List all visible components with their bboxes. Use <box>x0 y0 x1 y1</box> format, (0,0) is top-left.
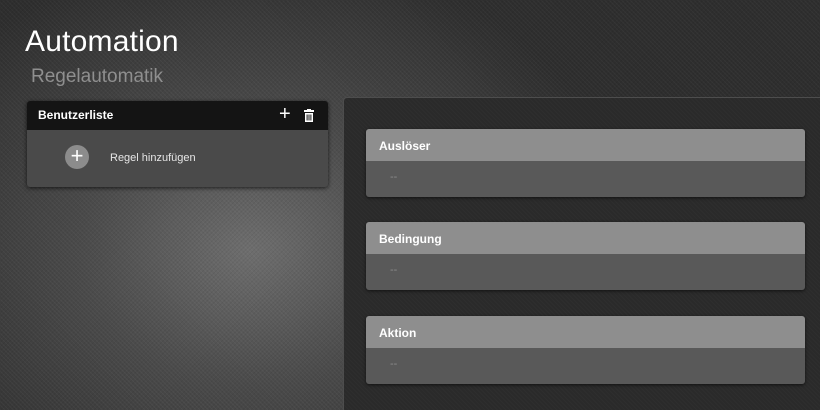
action-section-body: -- <box>366 348 805 384</box>
trash-icon-graphic <box>304 109 314 122</box>
condition-section-header: Bedingung <box>366 222 805 254</box>
action-section-title: Aktion <box>379 326 417 340</box>
add-rule-label: Regel hinzufügen <box>110 152 196 164</box>
add-circle-icon: + <box>65 145 89 169</box>
page-title: Automation <box>25 25 179 58</box>
condition-section-title: Bedingung <box>379 232 442 246</box>
page-header: Automation Regelautomatik <box>0 0 820 92</box>
user-list-header: Benutzerliste + <box>27 101 328 130</box>
trigger-section-title: Auslöser <box>379 139 431 153</box>
condition-section[interactable]: Bedingung -- <box>366 222 805 290</box>
condition-section-body: -- <box>366 254 805 290</box>
user-list-title: Benutzerliste <box>38 108 114 122</box>
trigger-section-body: -- <box>366 161 805 197</box>
user-list-panel: Benutzerliste + + Regel hinzufügen <box>27 101 328 187</box>
action-section[interactable]: Aktion -- <box>366 316 805 384</box>
page-subtitle: Regelautomatik <box>31 66 164 87</box>
trash-icon[interactable] <box>303 109 315 122</box>
trigger-value: -- <box>390 171 398 183</box>
trigger-section-header: Auslöser <box>366 129 805 161</box>
add-rule-button[interactable]: + Regel hinzufügen <box>27 130 328 187</box>
action-value: -- <box>390 358 398 370</box>
action-section-header: Aktion <box>366 316 805 348</box>
trigger-section[interactable]: Auslöser -- <box>366 129 805 197</box>
plus-icon[interactable]: + <box>279 104 293 125</box>
condition-value: -- <box>390 264 398 276</box>
